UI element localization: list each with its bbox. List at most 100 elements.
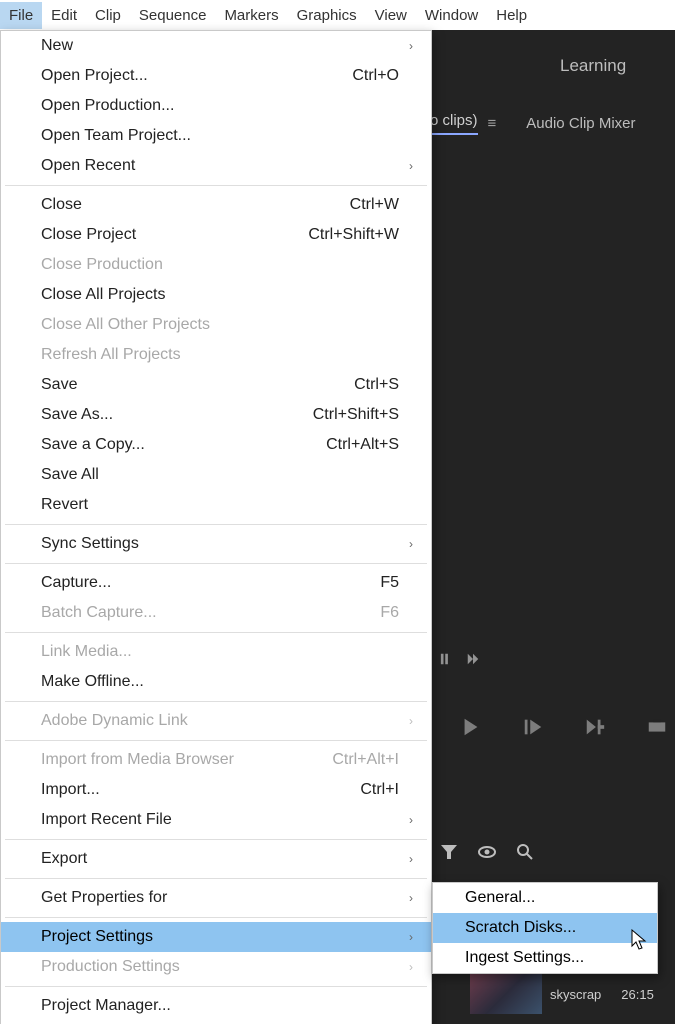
file-menu-item: Close Production [1,250,431,280]
file-menu-item: Adobe Dynamic Link › [1,706,431,736]
submenu-arrow-icon: › [405,930,417,944]
file-menu-item[interactable]: SaveCtrl+S [1,370,431,400]
menu-item-label: Capture... [41,574,368,592]
marker-add-icon[interactable] [466,652,480,671]
menu-item-label: Production Settings [41,958,399,976]
file-menu-item[interactable]: Import Recent File › [1,805,431,835]
menu-item-label: Adobe Dynamic Link [41,712,399,730]
file-menu-item[interactable]: Close All Projects [1,280,431,310]
file-menu-item[interactable]: New› [1,31,431,61]
menu-item-label: Open Production... [41,97,399,115]
search-icon[interactable] [516,843,534,866]
file-menu-item[interactable]: Revert [1,490,431,520]
file-menu-item[interactable]: Close Project Ctrl+Shift+W [1,220,431,250]
file-menu-item: Close All Other Projects [1,310,431,340]
submenu-item[interactable]: Ingest Settings... [433,943,657,973]
submenu-item[interactable]: General... [433,883,657,913]
menu-bar: File Edit Clip Sequence Markers Graphics… [0,0,675,30]
menu-item-label: Close All Projects [41,286,399,304]
panel-menu-icon[interactable]: ≡ [488,115,497,132]
menu-separator [5,563,427,564]
clip-name-label: skyscrap [550,987,601,1002]
menu-item-label: Import Recent File [41,811,399,829]
file-menu-item[interactable]: Open Production... [1,91,431,121]
menu-item-shortcut: F6 [380,604,399,622]
eye-icon[interactable] [478,843,496,866]
menu-item-shortcut: Ctrl+Shift+W [308,226,399,244]
menu-separator [5,986,427,987]
menu-sequence[interactable]: Sequence [130,2,216,29]
menu-graphics[interactable]: Graphics [288,2,366,29]
menu-window[interactable]: Window [416,2,487,29]
panel-tab-audio-mixer[interactable]: Audio Clip Mixer [526,115,635,132]
submenu-arrow-icon: › [405,714,417,728]
file-menu-item[interactable]: Save a Copy...Ctrl+Alt+S [1,430,431,460]
menu-item-shortcut: Ctrl+Alt+S [326,436,399,454]
menu-item-shortcut: Ctrl+O [352,67,399,85]
menu-item-label: Import... [41,781,348,799]
menu-separator [5,878,427,879]
menu-item-label: Close Project [41,226,296,244]
file-menu-item[interactable]: Save As...Ctrl+Shift+S [1,400,431,430]
file-menu-item[interactable]: Sync Settings › [1,529,431,559]
workspace-tab-learning[interactable]: Learning [560,56,626,76]
menu-markers[interactable]: Markers [215,2,287,29]
insert-icon[interactable] [646,716,668,743]
submenu-arrow-icon: › [405,891,417,905]
menu-item-label: Project Manager... [41,997,399,1015]
file-menu-item[interactable]: Get Properties for› [1,883,431,913]
file-menu-item: Import from Media BrowserCtrl+Alt+I [1,745,431,775]
go-to-out-icon[interactable] [584,716,606,743]
project-panel-icons [440,843,534,866]
file-menu-item[interactable]: CloseCtrl+W [1,190,431,220]
menu-view[interactable]: View [366,2,416,29]
marker-prev-icon[interactable] [440,652,454,671]
menu-item-label: Close [41,196,338,214]
menu-separator [5,917,427,918]
file-menu-item[interactable]: Open Project... Ctrl+O [1,61,431,91]
submenu-arrow-icon: › [405,159,417,173]
menu-clip[interactable]: Clip [86,2,130,29]
file-menu-item[interactable]: Export› [1,844,431,874]
submenu-arrow-icon: › [405,537,417,551]
menu-edit[interactable]: Edit [42,2,86,29]
transport-controls [460,716,668,743]
menu-separator [5,185,427,186]
file-menu-item[interactable]: Open Recent› [1,151,431,181]
submenu-item[interactable]: Scratch Disks... [433,913,657,943]
menu-item-label: Refresh All Projects [41,346,399,364]
menu-item-label: Close All Other Projects [41,316,399,334]
file-menu-item: Batch Capture...F6 [1,598,431,628]
menu-item-shortcut: Ctrl+Shift+S [313,406,399,424]
menu-item-shortcut: Ctrl+S [354,376,399,394]
menu-separator [5,701,427,702]
file-menu-item[interactable]: Project Manager... [1,991,431,1021]
mini-controls [440,652,480,671]
file-menu-item[interactable]: Make Offline... [1,667,431,697]
file-menu-dropdown: New› Open Project... Ctrl+O Open Production… [0,30,432,1024]
menu-file[interactable]: File [0,2,42,29]
menu-item-label: Export [41,850,399,868]
funnel-icon[interactable] [440,843,458,866]
clip-thumbnail[interactable] [470,974,542,1014]
file-menu-item: Refresh All Projects [1,340,431,370]
panel-tab-clips[interactable]: o clips) [430,112,478,135]
menu-item-label: Import from Media Browser [41,751,320,769]
submenu-arrow-icon: › [405,813,417,827]
project-settings-submenu: General...Scratch Disks...Ingest Setting… [432,882,658,974]
file-menu-item[interactable]: Open Team Project... [1,121,431,151]
file-menu-item[interactable]: Capture...F5 [1,568,431,598]
file-menu-item[interactable]: Import... Ctrl+I [1,775,431,805]
play-icon[interactable] [460,716,482,743]
menu-item-label: Open Project... [41,67,340,85]
file-menu-item[interactable]: Save All [1,460,431,490]
step-forward-icon[interactable] [522,716,544,743]
clip-duration-label: 26:15 [621,987,654,1002]
menu-item-shortcut: Ctrl+I [360,781,399,799]
file-menu-item[interactable]: Project Settings› [1,922,431,952]
submenu-arrow-icon: › [405,39,417,53]
panel-tab-row: o clips) ≡ Audio Clip Mixer [430,112,636,135]
menu-item-label: Sync Settings [41,535,399,553]
menu-separator [5,839,427,840]
menu-help[interactable]: Help [487,2,536,29]
